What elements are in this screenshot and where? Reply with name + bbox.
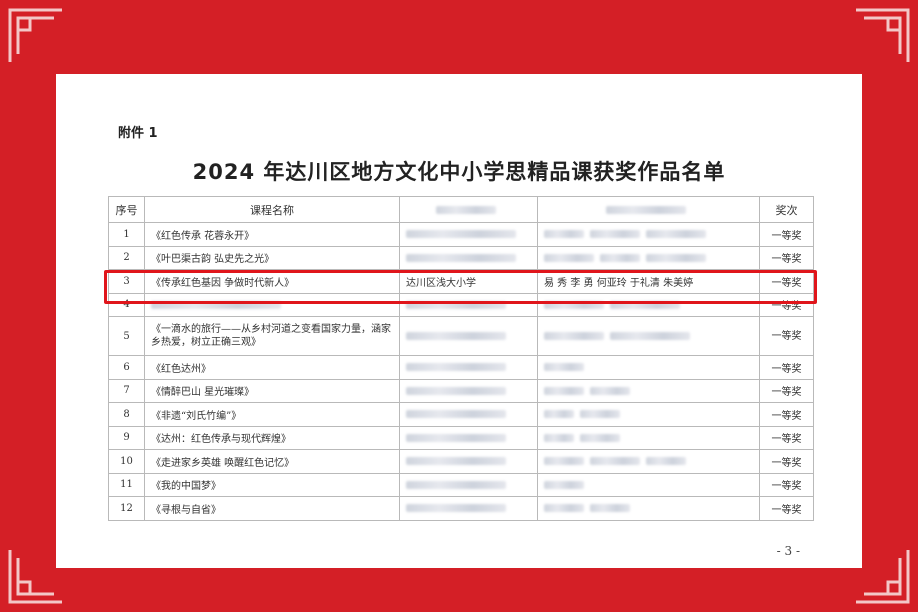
table-row: 2 《叶巴渠古韵 弘史先之光》 一等奖 xyxy=(108,245,814,270)
prize: 一等奖 xyxy=(759,355,814,380)
corner-ornament-top-right xyxy=(852,6,912,66)
authors-redacted xyxy=(537,496,760,521)
document-page: 附件 1 2024 年达川区地方文化中小学思精品课获奖作品名单 序号 课程名称 … xyxy=(56,74,862,568)
prize: 一等奖 xyxy=(759,222,814,247)
prize: 一等奖 xyxy=(759,472,814,497)
table-row: 8 《非遗“刘氏竹编”》 一等奖 xyxy=(108,402,814,427)
prize: 一等奖 xyxy=(759,425,814,450)
prize: 一等奖 xyxy=(759,245,814,270)
page-number: - 3 - xyxy=(776,544,800,558)
authors-redacted xyxy=(537,472,760,497)
course-name: 《走进家乡英雄 唤醒红色记忆》 xyxy=(144,449,400,474)
table-row: 1 《红色传承 花蓉永开》 一等奖 xyxy=(108,222,814,247)
course-name: 《叶巴渠古韵 弘史先之光》 xyxy=(144,245,400,270)
row-number: 6 xyxy=(108,355,145,380)
authors-redacted xyxy=(537,355,760,380)
table-row: 6 《红色达州》 一等奖 xyxy=(108,355,814,380)
row-number: 8 xyxy=(108,402,145,427)
row-number: 10 xyxy=(108,449,145,474)
table-row: 11 《我的中国梦》 一等奖 xyxy=(108,472,814,497)
prize: 一等奖 xyxy=(759,378,814,403)
row-number: 1 xyxy=(108,222,145,247)
table-row: 9 《达州：红色传承与现代辉煌》 一等奖 xyxy=(108,425,814,450)
prize: 一等奖 xyxy=(759,496,814,521)
authors-redacted xyxy=(537,425,760,450)
course-name: 《红色传承 花蓉永开》 xyxy=(144,222,400,247)
row-number: 2 xyxy=(108,245,145,270)
course-name: 《达州：红色传承与现代辉煌》 xyxy=(144,425,400,450)
authors-redacted xyxy=(537,402,760,427)
table-header-row: 序号 课程名称 奖次 xyxy=(108,196,814,223)
row-number: 9 xyxy=(108,425,145,450)
authors-redacted xyxy=(537,316,760,356)
header-number: 序号 xyxy=(108,196,145,223)
school-redacted xyxy=(399,316,538,356)
corner-ornament-top-left xyxy=(6,6,66,66)
prize: 一等奖 xyxy=(759,449,814,474)
row-number: 12 xyxy=(108,496,145,521)
row-number: 11 xyxy=(108,472,145,497)
school-redacted xyxy=(399,449,538,474)
attachment-label: 附件 1 xyxy=(118,126,158,141)
school-redacted xyxy=(399,496,538,521)
course-name: 《我的中国梦》 xyxy=(144,472,400,497)
table-row: 5 《一滴水的旅行——从乡村河道之变看国家力量，涵家乡热爱，树立正确三观》 一等… xyxy=(108,316,814,356)
course-name: 《红色达州》 xyxy=(144,355,400,380)
school-redacted xyxy=(399,378,538,403)
course-name: 《情醉巴山 星光璀璨》 xyxy=(144,378,400,403)
prize: 一等奖 xyxy=(759,402,814,427)
header-school xyxy=(399,196,538,223)
authors-redacted xyxy=(537,222,760,247)
row-number: 7 xyxy=(108,378,145,403)
document-screenshot: { "document": { "attachment_label": "附件 … xyxy=(0,0,918,612)
school-redacted xyxy=(399,472,538,497)
school-redacted xyxy=(399,425,538,450)
table-row: 10 《走进家乡英雄 唤醒红色记忆》 一等奖 xyxy=(108,449,814,474)
header-prize: 奖次 xyxy=(759,196,814,223)
school-redacted xyxy=(399,222,538,247)
authors-redacted xyxy=(537,449,760,474)
authors-redacted xyxy=(537,378,760,403)
course-name: 《一滴水的旅行——从乡村河道之变看国家力量，涵家乡热爱，树立正确三观》 xyxy=(144,316,400,356)
course-name: 《非遗“刘氏竹编”》 xyxy=(144,402,400,427)
prize: 一等奖 xyxy=(759,316,814,356)
row-number: 5 xyxy=(108,316,145,356)
table-row: 7 《情醉巴山 星光璀璨》 一等奖 xyxy=(108,378,814,403)
header-course: 课程名称 xyxy=(144,196,400,223)
highlight-box xyxy=(104,270,817,304)
school-redacted xyxy=(399,245,538,270)
document-title: 2024 年达川区地方文化中小学思精品课获奖作品名单 xyxy=(192,160,726,184)
authors-redacted xyxy=(537,245,760,270)
header-authors xyxy=(537,196,760,223)
course-name: 《寻根与自省》 xyxy=(144,496,400,521)
school-redacted xyxy=(399,402,538,427)
awards-table: 序号 课程名称 奖次 1 《红色传承 花蓉永开》 一等奖 2 《叶巴渠古韵 弘史… xyxy=(108,196,814,521)
table-row: 12 《寻根与自省》 一等奖 xyxy=(108,496,814,521)
school-redacted xyxy=(399,355,538,380)
